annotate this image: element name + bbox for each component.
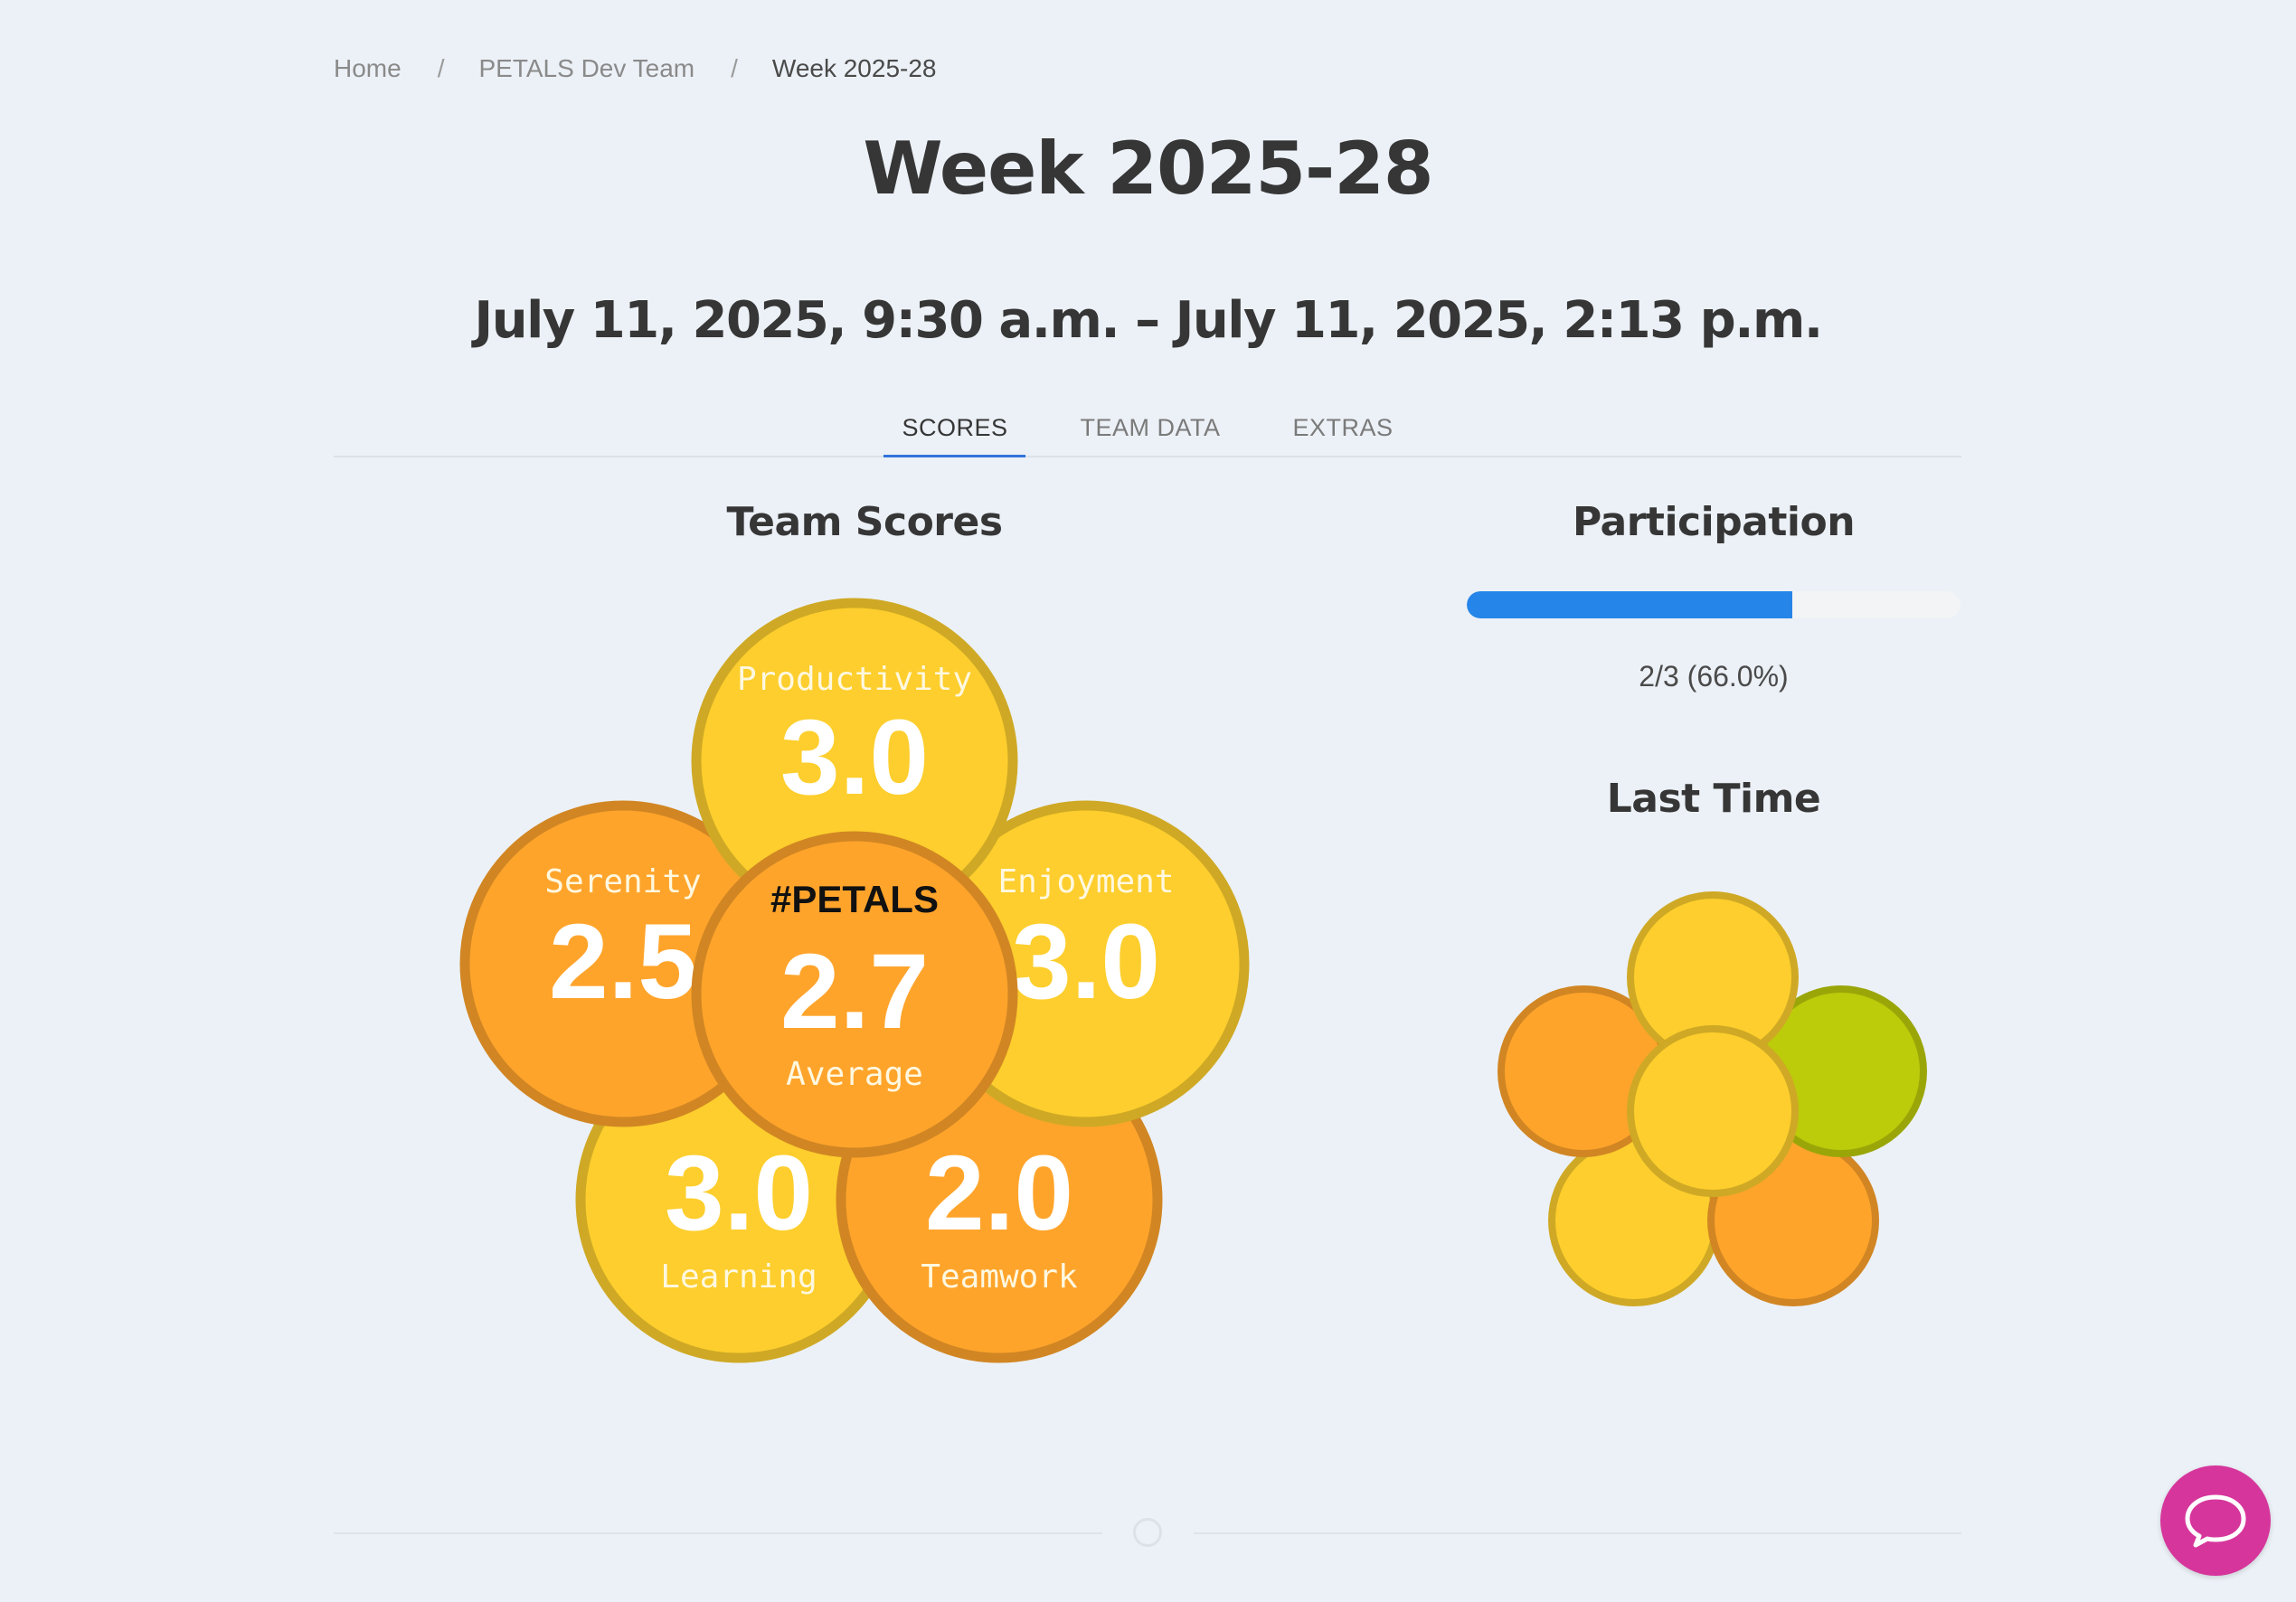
petal-productivity-label: Productivity — [737, 661, 972, 698]
petal-enjoyment-label: Enjoyment — [997, 863, 1174, 900]
footer-divider — [1194, 1532, 1961, 1534]
footer-divider — [334, 1532, 1102, 1534]
page: Home / PETALS Dev Team / Week 2025-28 We… — [0, 0, 2296, 1602]
footer-divider-dot — [1133, 1518, 1162, 1547]
center-average-label: Average — [786, 1056, 923, 1093]
last-time-center — [1627, 1025, 1799, 1197]
petal-teamwork-label: Teamwork — [921, 1258, 1078, 1296]
team-scores-flower: 3.0 Learning 2.0 Teamwork Enjoyment 3.0 … — [459, 598, 1927, 1363]
center-team-tag: #PETALS — [770, 878, 939, 920]
petal-serenity-label: Serenity — [544, 863, 701, 900]
petal-learning-score: 3.0 — [665, 1134, 813, 1253]
center-average[interactable]: #PETALS 2.7 Average — [691, 831, 1018, 1158]
petal-teamwork-score: 2.0 — [925, 1134, 1073, 1253]
petal-productivity-score: 3.0 — [780, 698, 929, 817]
last-time-flower — [1498, 891, 1927, 1306]
petal-enjoyment-score: 3.0 — [1012, 902, 1160, 1022]
petal-serenity-score: 2.5 — [549, 902, 697, 1022]
chat-button[interactable] — [2160, 1465, 2271, 1576]
petal-learning-label: Learning — [660, 1258, 817, 1296]
center-average-score: 2.7 — [780, 932, 929, 1051]
chat-bubble-icon — [2185, 1494, 2246, 1548]
